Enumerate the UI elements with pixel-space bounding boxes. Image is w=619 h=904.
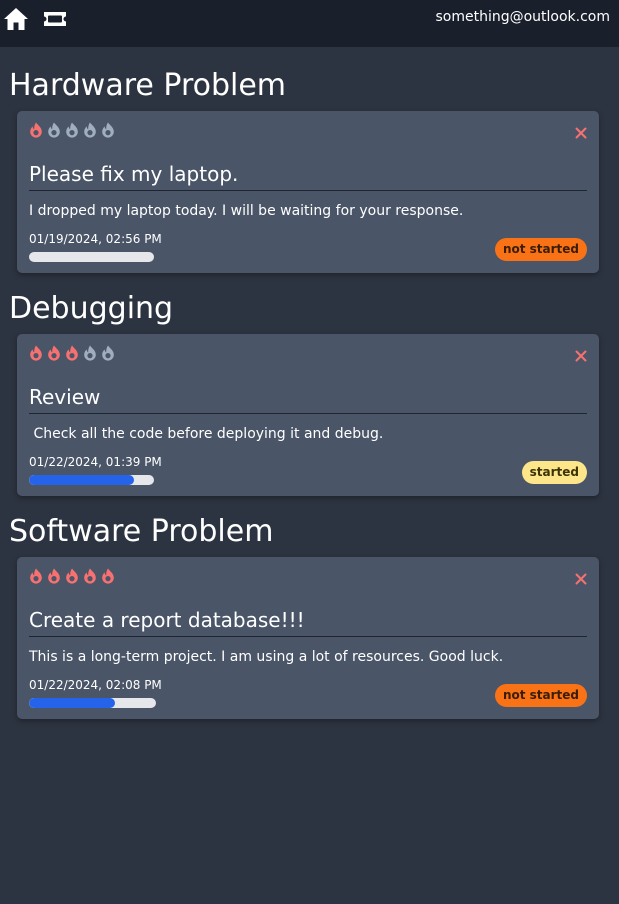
ticket-description: I dropped my laptop today. I will be wai… (29, 203, 464, 219)
progress-bar (29, 252, 154, 262)
ticket-title: Create a report database!!! (29, 608, 305, 632)
divider (29, 190, 587, 191)
ticket-description: This is a long-term project. I am using … (29, 649, 504, 665)
progress-fill (29, 698, 116, 708)
ticket-title: Review (29, 385, 101, 409)
flame-icon-active[interactable] (65, 568, 79, 584)
flame-icon-active[interactable] (47, 568, 61, 584)
flame-icon-inactive[interactable] (101, 122, 115, 138)
ticket-date: 01/22/2024, 01:39 PM (29, 455, 162, 469)
group-title: Software Problem (9, 514, 274, 549)
flame-icon-inactive[interactable] (83, 122, 97, 138)
ticket-board: Hardware Problem Please fix my laptop. I… (0, 47, 619, 904)
flame-icon-active[interactable] (29, 122, 43, 138)
flame-icon-active[interactable] (47, 345, 61, 361)
ticket-title: Please fix my laptop. (29, 162, 239, 186)
flame-icon-inactive[interactable] (83, 345, 97, 361)
progress-fill (29, 475, 134, 485)
divider (29, 636, 587, 637)
home-icon[interactable] (3, 6, 29, 32)
flame-icon-inactive[interactable] (101, 345, 115, 361)
status-badge: started (521, 461, 587, 484)
ticket-icon[interactable] (42, 6, 68, 32)
flame-icon-inactive[interactable] (47, 122, 61, 138)
flame-icon-active[interactable] (65, 345, 79, 361)
ticket-card[interactable]: Please fix my laptop. I dropped my lapto… (17, 111, 599, 273)
status-badge: not started (494, 684, 587, 707)
close-icon[interactable] (575, 573, 587, 585)
status-badge: not started (494, 238, 587, 261)
progress-bar (29, 698, 156, 708)
top-navbar: something@outlook.com (0, 0, 619, 47)
ticket-card[interactable]: Review Check all the code before deployi… (17, 334, 599, 496)
group-title: Debugging (9, 291, 174, 326)
divider (29, 413, 587, 414)
close-icon[interactable] (575, 127, 587, 139)
progress-bar (29, 475, 154, 485)
flame-icon-active[interactable] (83, 568, 97, 584)
flame-icon-active[interactable] (29, 568, 43, 584)
group-title: Hardware Problem (9, 68, 287, 103)
ticket-date: 01/19/2024, 02:56 PM (29, 232, 162, 246)
flame-icon-inactive[interactable] (65, 122, 79, 138)
flame-icon-active[interactable] (101, 568, 115, 584)
ticket-date: 01/22/2024, 02:08 PM (29, 678, 162, 692)
flame-icon-active[interactable] (29, 345, 43, 361)
ticket-description: Check all the code before deploying it a… (29, 426, 384, 442)
user-email[interactable]: something@outlook.com (435, 9, 610, 25)
ticket-card[interactable]: Create a report database!!! This is a lo… (17, 557, 599, 719)
close-icon[interactable] (575, 350, 587, 362)
